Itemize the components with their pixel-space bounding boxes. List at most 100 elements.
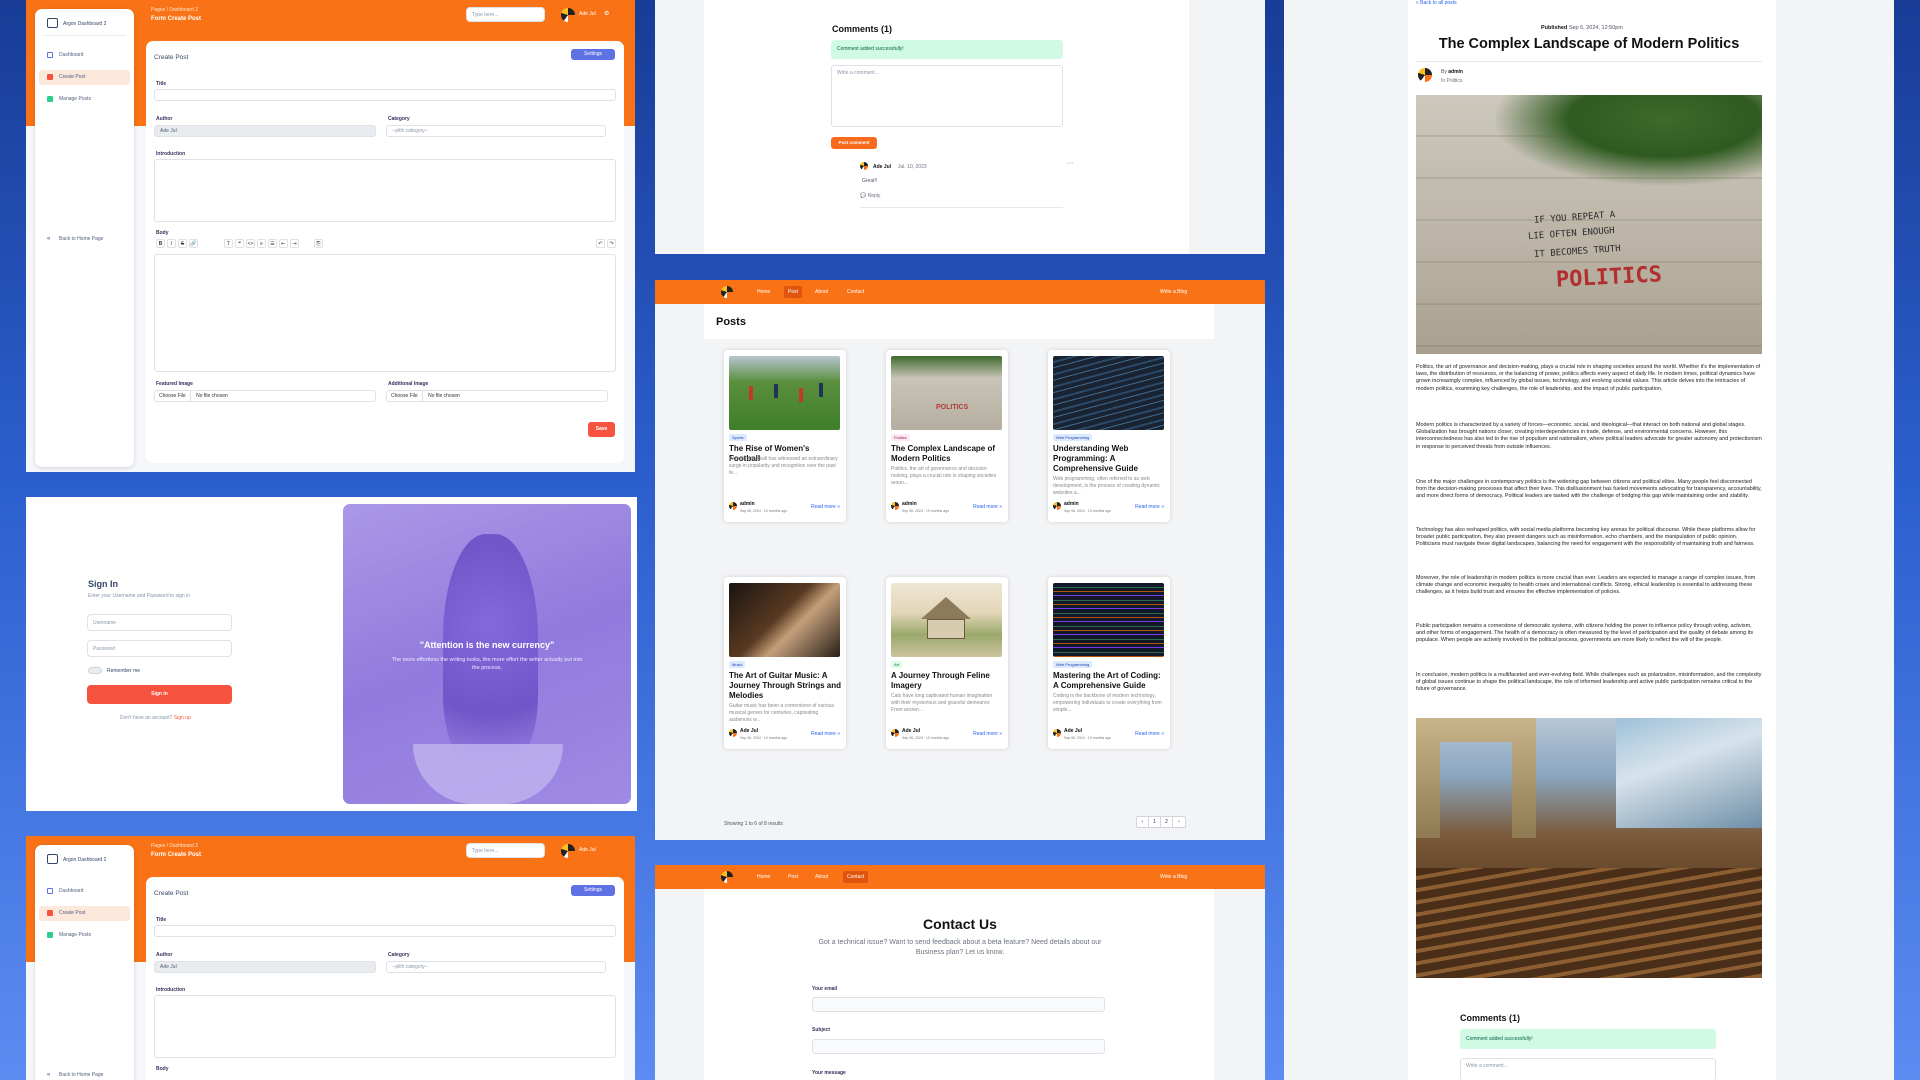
category-tag[interactable]: Art	[891, 661, 903, 668]
title-input[interactable]	[154, 925, 616, 937]
email-input[interactable]	[812, 997, 1105, 1012]
undo-icon[interactable]: ↶	[596, 239, 605, 248]
post-card[interactable]: Sports The Rise of Women's Football Wome…	[724, 350, 846, 522]
post-title[interactable]: Understanding Web Programming: A Compreh…	[1053, 444, 1165, 474]
author-avatar	[729, 729, 737, 737]
signup-link[interactable]: Sign up	[174, 715, 191, 721]
bold-button[interactable]: B	[156, 239, 165, 248]
save-button[interactable]: Save	[588, 422, 615, 437]
sidebar-item-dashboard[interactable]: Dashboard	[39, 48, 130, 63]
nav-about[interactable]: About	[811, 871, 832, 883]
post-title[interactable]: The Art of Guitar Music: A Journey Throu…	[729, 671, 841, 701]
page-1[interactable]: 1	[1149, 817, 1161, 827]
user-name[interactable]: Ade Jul	[579, 11, 596, 17]
nav-contact[interactable]: Contact	[843, 871, 869, 883]
sidebar-item-manage-posts[interactable]: Manage Posts	[39, 928, 130, 943]
post-card[interactable]: Art A Journey Through Feline Imagery Cat…	[886, 577, 1008, 749]
heading-button[interactable]: T	[224, 239, 233, 248]
attach-icon[interactable]: ⎘	[314, 239, 323, 248]
settings-button[interactable]: Settings	[571, 885, 615, 896]
remember-toggle[interactable]	[88, 667, 102, 674]
indent-icon[interactable]: ⇥	[290, 239, 299, 248]
back-home-link[interactable]: « Back to Home Page	[39, 232, 130, 247]
nav-post[interactable]: Post	[784, 286, 803, 298]
page-prev[interactable]: ‹	[1137, 817, 1149, 827]
post-card[interactable]: Web Programming Mastering the Art of Cod…	[1048, 577, 1170, 749]
sidebar-item-dashboard[interactable]: Dashboard	[39, 884, 130, 899]
signin-button[interactable]: Sign in	[87, 685, 232, 704]
nav-about[interactable]: About	[811, 286, 832, 298]
article-comment-textarea[interactable]: Write a comment...	[1460, 1058, 1716, 1080]
sidebar-item-create-post[interactable]: Create Post	[39, 70, 130, 85]
site-logo-icon[interactable]	[721, 286, 733, 298]
sidebar-item-create-post[interactable]: Create Post	[39, 906, 130, 921]
search-input[interactable]: Type here...	[466, 7, 545, 22]
post-title[interactable]: The Complex Landscape of Modern Politics	[891, 444, 1003, 464]
page-2[interactable]: 2	[1161, 817, 1173, 827]
category-select[interactable]: --pilih category--	[386, 125, 606, 137]
title-input[interactable]	[154, 89, 616, 101]
featured-image-input[interactable]: Choose File No file chosen	[154, 390, 376, 402]
password-input[interactable]: Password	[87, 640, 232, 657]
nav-post[interactable]: Post	[784, 871, 802, 883]
article-author[interactable]: admin	[1448, 69, 1463, 75]
back-to-posts-link[interactable]: « Back to all posts	[1416, 0, 1457, 6]
user-name[interactable]: Ade Jul	[579, 847, 596, 853]
post-title[interactable]: Mastering the Art of Coding: A Comprehen…	[1053, 671, 1165, 691]
link-icon[interactable]: 🔗	[189, 239, 198, 248]
read-more-link[interactable]: Read more »	[973, 731, 1002, 737]
intro-textarea[interactable]	[154, 995, 616, 1058]
post-date: Sep 06, 2024 · 10 months ago	[902, 509, 950, 513]
category-tag[interactable]: Music	[729, 661, 746, 668]
category-tag[interactable]: Web Programming	[1053, 661, 1093, 668]
page-next[interactable]: ›	[1173, 817, 1185, 827]
category-select[interactable]: --pilih category--	[386, 961, 606, 973]
numbered-list-icon[interactable]: ☰	[268, 239, 277, 248]
back-home-link[interactable]: « Back to Home Page	[39, 1068, 130, 1080]
choose-file-button[interactable]: Choose File	[387, 391, 423, 401]
settings-button[interactable]: Settings	[571, 49, 615, 60]
strike-button[interactable]: S	[178, 239, 187, 248]
sidebar-item-manage-posts[interactable]: Manage Posts	[39, 92, 130, 107]
post-card[interactable]: Music The Art of Guitar Music: A Journey…	[724, 577, 846, 749]
read-more-link[interactable]: Read more »	[811, 731, 840, 737]
quote-icon[interactable]: ❝	[235, 239, 244, 248]
read-more-link[interactable]: Read more »	[1135, 504, 1164, 510]
category-tag[interactable]: Politics	[891, 434, 910, 441]
category-tag[interactable]: Sports	[729, 434, 747, 441]
reply-link[interactable]: 💬 Reply	[860, 193, 880, 199]
write-blog-link[interactable]: Write a Blog	[1156, 286, 1191, 298]
user-avatar[interactable]	[561, 844, 575, 858]
post-card[interactable]: POLITICS Politics The Complex Landscape …	[886, 350, 1008, 522]
post-card[interactable]: Web Programming Understanding Web Progra…	[1048, 350, 1170, 522]
additional-image-input[interactable]: Choose File No file chosen	[386, 390, 608, 402]
body-editor[interactable]	[154, 254, 616, 372]
post-thumbnail	[891, 583, 1002, 657]
write-blog-link[interactable]: Write a Blog	[1156, 871, 1191, 883]
search-input[interactable]: Type here...	[466, 843, 545, 858]
more-options-icon[interactable]: ···	[1067, 160, 1074, 167]
nav-home[interactable]: Home	[753, 871, 774, 883]
gear-icon[interactable]: ⚙	[604, 10, 609, 17]
read-more-link[interactable]: Read more »	[1135, 731, 1164, 737]
username-input[interactable]: Username	[87, 614, 232, 631]
read-more-link[interactable]: Read more »	[811, 504, 840, 510]
post-comment-button[interactable]: Post comment	[831, 137, 877, 149]
bullet-list-icon[interactable]: ≡	[257, 239, 266, 248]
nav-contact[interactable]: Contact	[843, 286, 868, 298]
user-avatar[interactable]	[561, 8, 575, 22]
category-tag[interactable]: Web Programming	[1053, 434, 1093, 441]
post-title[interactable]: A Journey Through Feline Imagery	[891, 671, 1003, 691]
choose-file-button[interactable]: Choose File	[155, 391, 191, 401]
redo-icon[interactable]: ↷	[607, 239, 616, 248]
nav-home[interactable]: Home	[753, 286, 774, 298]
article-category[interactable]: In Politics	[1441, 78, 1462, 84]
intro-textarea[interactable]	[154, 159, 616, 222]
subject-input[interactable]	[812, 1039, 1105, 1054]
code-icon[interactable]: <>	[246, 239, 255, 248]
read-more-link[interactable]: Read more »	[973, 504, 1002, 510]
outdent-icon[interactable]: ⇤	[279, 239, 288, 248]
comment-textarea[interactable]: Write a comment...	[831, 65, 1063, 127]
italic-button[interactable]: I	[167, 239, 176, 248]
site-logo-icon[interactable]	[721, 871, 733, 883]
